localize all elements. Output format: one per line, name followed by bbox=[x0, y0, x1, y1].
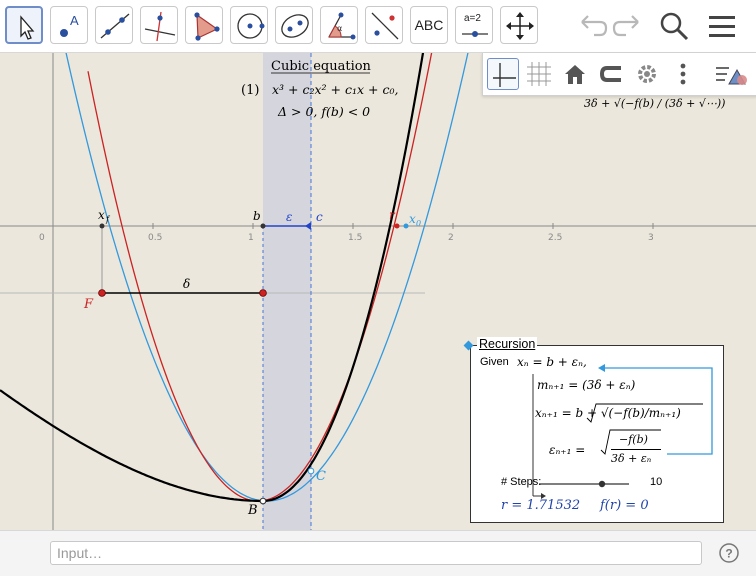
epsilon-strip bbox=[263, 53, 311, 530]
x-tick-label: 1.5 bbox=[348, 233, 362, 243]
label-B: B bbox=[247, 503, 258, 518]
point-xf[interactable] bbox=[99, 223, 105, 229]
slider-tool[interactable]: a=2 bbox=[455, 6, 493, 44]
equation-number: (1) bbox=[241, 83, 259, 98]
label-b: b bbox=[253, 209, 261, 223]
point-tool[interactable]: A bbox=[50, 6, 88, 44]
menu-icon[interactable] bbox=[705, 8, 741, 44]
ellipse-tool[interactable] bbox=[275, 6, 313, 44]
point-delta-end[interactable] bbox=[259, 289, 267, 297]
more-icon bbox=[680, 63, 686, 85]
circle-icon bbox=[237, 13, 265, 39]
label-xf: x bbox=[98, 208, 105, 222]
label-c: c bbox=[316, 210, 323, 224]
recursion-panel: Recursion Given xₙ = b + εₙ, mₙ₊₁ = (3δ … bbox=[463, 337, 724, 523]
point-x0[interactable] bbox=[403, 223, 409, 229]
cubic-title: Cubic equation bbox=[271, 59, 372, 74]
x-tick-label: 2.5 bbox=[548, 233, 562, 243]
reflect-tool[interactable] bbox=[365, 6, 403, 44]
input-bar: Input… ? bbox=[0, 530, 756, 576]
x-tick-label: 3 bbox=[648, 233, 654, 243]
graphics-style-bar bbox=[482, 53, 756, 96]
point-capturing-icon bbox=[599, 66, 621, 82]
label-delta: δ bbox=[183, 277, 190, 291]
style-icon bbox=[716, 67, 747, 85]
x-tick-label: 1 bbox=[248, 233, 254, 243]
point-r[interactable] bbox=[394, 223, 400, 229]
label-x0: x bbox=[409, 212, 416, 226]
ellipse-icon bbox=[281, 14, 309, 38]
point-b[interactable] bbox=[260, 223, 266, 229]
graphics-view[interactable]: 00.511.522.53 x f b ε c r x 0 F δ bbox=[0, 53, 756, 530]
axes-toggle[interactable] bbox=[487, 58, 519, 90]
angle-tool[interactable]: α bbox=[320, 6, 358, 44]
search-icon[interactable] bbox=[656, 8, 692, 44]
settings-button[interactable] bbox=[631, 58, 663, 90]
polygon-tool[interactable] bbox=[185, 6, 223, 44]
point-B[interactable] bbox=[259, 497, 267, 505]
undo-icon[interactable] bbox=[574, 8, 610, 44]
style-bar-toggle[interactable] bbox=[713, 58, 747, 90]
label-C: C bbox=[316, 469, 326, 484]
partial-nested-formula: 3δ + √(−f(b) / (3δ + √⋯)) bbox=[584, 97, 725, 110]
result-f: f(r) = 0 bbox=[600, 498, 649, 513]
reflect-icon bbox=[371, 12, 399, 40]
label-epsilon: ε bbox=[286, 210, 292, 224]
steps-label: # Steps: bbox=[501, 476, 542, 488]
slider-icon bbox=[462, 31, 488, 37]
move-graphics-icon bbox=[506, 12, 534, 40]
point-capturing-button[interactable] bbox=[595, 58, 627, 90]
cubic-conditions: Δ > 0, f(b) < 0 bbox=[277, 104, 370, 119]
move-graphics-tool[interactable] bbox=[500, 6, 538, 44]
cubic-curve bbox=[0, 53, 425, 503]
move-tool[interactable] bbox=[5, 6, 43, 44]
line-tool[interactable] bbox=[95, 6, 133, 44]
toolbar: A α ABC a=2 bbox=[0, 0, 756, 53]
text-tool[interactable]: ABC bbox=[410, 6, 448, 44]
grid-toggle[interactable] bbox=[523, 58, 555, 90]
move-arrow-icon bbox=[20, 15, 35, 40]
svg-text:?: ? bbox=[725, 547, 732, 561]
settings-icon bbox=[638, 65, 656, 83]
text-tool-label: ABC bbox=[414, 17, 444, 33]
perpendicular-line-icon bbox=[144, 11, 176, 42]
angle-tool-label: α bbox=[337, 24, 343, 33]
home-icon bbox=[565, 65, 585, 84]
home-button[interactable] bbox=[559, 58, 591, 90]
point-F[interactable] bbox=[98, 289, 106, 297]
algebra-input[interactable]: Input… bbox=[50, 541, 702, 565]
perpendicular-line-tool[interactable] bbox=[140, 6, 178, 44]
line-icon bbox=[100, 13, 130, 39]
polygon-icon bbox=[194, 12, 220, 41]
more-button[interactable] bbox=[667, 58, 699, 90]
point-tool-label: A bbox=[70, 13, 79, 28]
x-tick-label: 0.5 bbox=[148, 233, 162, 243]
label-x0-sub: 0 bbox=[416, 219, 421, 228]
grid-icon bbox=[527, 62, 551, 86]
circle-tool[interactable] bbox=[230, 6, 268, 44]
redo-icon[interactable] bbox=[610, 8, 646, 44]
label-xf-sub: f bbox=[105, 215, 111, 224]
axes-icon bbox=[493, 63, 516, 87]
steps-value: 10 bbox=[650, 476, 663, 488]
x-tick-label: 0 bbox=[39, 233, 45, 243]
x-tick-label: 2 bbox=[448, 233, 454, 243]
cubic-equation: x³ + c₂x² + c₁x + c₀, bbox=[272, 82, 398, 97]
result-r: r = 1.71532 bbox=[501, 498, 581, 513]
label-F: F bbox=[83, 297, 94, 312]
help-icon[interactable]: ? bbox=[719, 543, 739, 563]
point-C[interactable] bbox=[307, 467, 315, 475]
